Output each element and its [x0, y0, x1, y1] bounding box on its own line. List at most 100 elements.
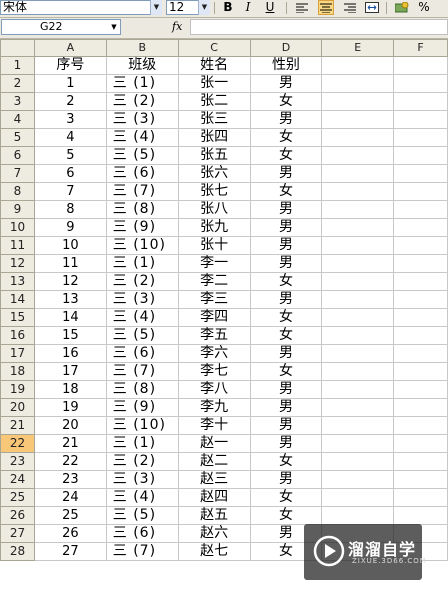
- row-header[interactable]: 20: [0, 398, 35, 417]
- cell-d[interactable]: 男: [249, 290, 323, 309]
- cell-a[interactable]: 15: [33, 326, 107, 345]
- cell-b[interactable]: 三 (3): [105, 470, 179, 489]
- column-header-a[interactable]: A: [33, 39, 107, 57]
- percent-style-button[interactable]: %: [416, 0, 432, 15]
- cell-b[interactable]: 三 (6): [105, 164, 179, 183]
- cell-c[interactable]: 张八: [177, 200, 251, 219]
- row-header[interactable]: 22: [0, 434, 35, 453]
- cell-f[interactable]: [393, 56, 448, 75]
- cell-c[interactable]: 赵五: [177, 506, 251, 525]
- align-center-icon[interactable]: [318, 0, 334, 15]
- cell-b[interactable]: 三 (2): [105, 92, 179, 111]
- cell-b[interactable]: 三 (5): [105, 326, 179, 345]
- cell-d[interactable]: 女: [249, 452, 323, 471]
- merge-center-icon[interactable]: [364, 0, 380, 15]
- cell-e[interactable]: [321, 56, 395, 75]
- row-header[interactable]: 17: [0, 344, 35, 363]
- cell-c[interactable]: 李四: [177, 308, 251, 327]
- currency-icon[interactable]: [394, 0, 410, 15]
- cell-b[interactable]: 班级: [105, 56, 179, 75]
- cell-f[interactable]: [393, 506, 448, 525]
- cell-a[interactable]: 12: [33, 272, 107, 291]
- cell-f[interactable]: [393, 290, 448, 309]
- italic-button[interactable]: I: [240, 0, 256, 15]
- font-size-select[interactable]: 12: [166, 0, 200, 15]
- cell-d[interactable]: 男: [249, 218, 323, 237]
- cell-f[interactable]: [393, 92, 448, 111]
- cell-b[interactable]: 三 (8): [105, 200, 179, 219]
- cell-d[interactable]: 女: [249, 506, 323, 525]
- cell-f[interactable]: [393, 182, 448, 201]
- cell-a[interactable]: 9: [33, 218, 107, 237]
- name-box-dropdown-icon[interactable]: ▼: [108, 20, 120, 34]
- row-header[interactable]: 15: [0, 308, 35, 327]
- cell-d[interactable]: 女: [249, 362, 323, 381]
- cell-c[interactable]: 张六: [177, 164, 251, 183]
- formula-input[interactable]: [190, 19, 448, 35]
- cell-b[interactable]: 三 (7): [105, 362, 179, 381]
- cell-c[interactable]: 张二: [177, 92, 251, 111]
- cell-c[interactable]: 张五: [177, 146, 251, 165]
- cell-d[interactable]: 女: [249, 92, 323, 111]
- cell-c[interactable]: 赵二: [177, 452, 251, 471]
- column-header-c[interactable]: C: [177, 39, 251, 57]
- row-header[interactable]: 23: [0, 452, 35, 471]
- cell-f[interactable]: [393, 326, 448, 345]
- cell-f[interactable]: [393, 398, 448, 417]
- align-right-icon[interactable]: [342, 0, 358, 15]
- cell-a[interactable]: 17: [33, 362, 107, 381]
- cell-e[interactable]: [321, 416, 395, 435]
- cell-c[interactable]: 李六: [177, 344, 251, 363]
- row-header[interactable]: 13: [0, 272, 35, 291]
- select-all-corner[interactable]: [0, 39, 35, 57]
- cell-b[interactable]: 三 (1): [105, 434, 179, 453]
- cell-f[interactable]: [393, 272, 448, 291]
- name-box[interactable]: G22: [1, 19, 121, 35]
- cell-d[interactable]: 男: [249, 164, 323, 183]
- cell-e[interactable]: [321, 254, 395, 273]
- cell-d[interactable]: 男: [249, 110, 323, 129]
- row-header[interactable]: 11: [0, 236, 35, 255]
- cell-d[interactable]: 男: [249, 416, 323, 435]
- cell-c[interactable]: 张七: [177, 182, 251, 201]
- column-header-b[interactable]: B: [105, 39, 179, 57]
- cell-e[interactable]: [321, 362, 395, 381]
- cell-d[interactable]: 女: [249, 128, 323, 147]
- cell-e[interactable]: [321, 470, 395, 489]
- cell-e[interactable]: [321, 308, 395, 327]
- cell-e[interactable]: [321, 506, 395, 525]
- column-header-e[interactable]: E: [321, 39, 395, 57]
- cell-a[interactable]: 序号: [33, 56, 107, 75]
- row-header[interactable]: 26: [0, 506, 35, 525]
- cell-d[interactable]: 男: [249, 398, 323, 417]
- cell-c[interactable]: 李五: [177, 326, 251, 345]
- cell-f[interactable]: [393, 128, 448, 147]
- cell-c[interactable]: 赵七: [177, 542, 251, 561]
- cell-b[interactable]: 三 (4): [105, 308, 179, 327]
- cell-a[interactable]: 23: [33, 470, 107, 489]
- cell-f[interactable]: [393, 470, 448, 489]
- cell-f[interactable]: [393, 146, 448, 165]
- cell-b[interactable]: 三 (3): [105, 110, 179, 129]
- cell-e[interactable]: [321, 344, 395, 363]
- cell-d[interactable]: 男: [249, 200, 323, 219]
- row-header[interactable]: 21: [0, 416, 35, 435]
- cell-c[interactable]: 李七: [177, 362, 251, 381]
- align-left-icon[interactable]: [294, 0, 310, 15]
- cell-b[interactable]: 三 (9): [105, 398, 179, 417]
- underline-button[interactable]: U: [262, 0, 278, 15]
- cell-b[interactable]: 三 (4): [105, 128, 179, 147]
- cell-e[interactable]: [321, 272, 395, 291]
- cell-e[interactable]: [321, 380, 395, 399]
- cell-c[interactable]: 张九: [177, 218, 251, 237]
- cell-f[interactable]: [393, 488, 448, 507]
- cell-b[interactable]: 三 (10): [105, 236, 179, 255]
- row-header[interactable]: 2: [0, 74, 35, 93]
- cell-e[interactable]: [321, 200, 395, 219]
- row-header[interactable]: 10: [0, 218, 35, 237]
- row-header[interactable]: 9: [0, 200, 35, 219]
- cell-e[interactable]: [321, 290, 395, 309]
- row-header[interactable]: 4: [0, 110, 35, 129]
- row-header[interactable]: 24: [0, 470, 35, 489]
- cell-a[interactable]: 18: [33, 380, 107, 399]
